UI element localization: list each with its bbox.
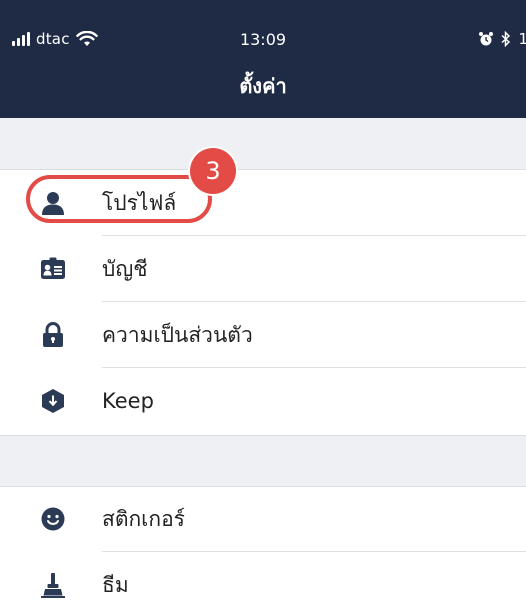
- settings-item-privacy[interactable]: ความเป็นส่วนตัว: [0, 302, 526, 368]
- settings-item-label: โปรไฟล์: [102, 190, 177, 215]
- page-title: ตั้งค่า: [239, 74, 287, 98]
- bluetooth-icon: [501, 31, 511, 47]
- settings-item-label: ธีม: [102, 572, 129, 597]
- status-time: 13:09: [239, 30, 287, 49]
- settings-item-label: บัญชี: [102, 256, 148, 281]
- lock-icon: [40, 322, 66, 348]
- settings-item-label: ความเป็นส่วนตัว: [102, 322, 253, 347]
- alarm-icon: [479, 32, 494, 46]
- settings-item-stickers[interactable]: สติกเกอร์: [0, 486, 526, 552]
- step-badge: 3: [190, 148, 236, 194]
- settings-item-profile[interactable]: โปรไฟล์: [0, 170, 526, 236]
- brush-icon: [40, 572, 66, 598]
- settings-item-theme[interactable]: ธีม: [0, 552, 526, 613]
- section-spacer-top: [0, 118, 526, 170]
- status-bar: dtac 13:09 1: [0, 0, 526, 64]
- smiley-icon: [40, 506, 66, 532]
- settings-screen: dtac 13:09 1 ตั้งค่า โปรไฟล์ บัญชี ความเ…: [0, 0, 526, 613]
- keep-download-icon: [40, 388, 66, 414]
- status-right: 1: [478, 30, 526, 48]
- status-right-text: 1: [518, 30, 526, 48]
- settings-item-label: Keep: [102, 389, 154, 413]
- section-spacer: [0, 435, 526, 487]
- id-card-icon: [40, 256, 66, 282]
- header: dtac 13:09 1 ตั้งค่า: [0, 0, 526, 120]
- settings-item-label: สติกเกอร์: [102, 506, 185, 531]
- person-icon: [40, 190, 66, 216]
- settings-item-account[interactable]: บัญชี: [0, 236, 526, 302]
- settings-item-keep[interactable]: Keep: [0, 368, 526, 434]
